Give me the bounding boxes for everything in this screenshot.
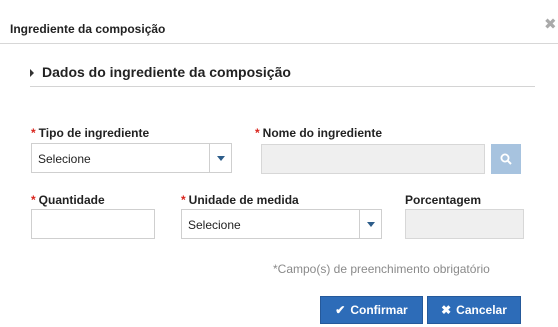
close-icon[interactable]: ✖ xyxy=(544,17,557,32)
required-fields-note: *Campo(s) de preenchimento obrigatório xyxy=(273,262,490,276)
tipo-ingrediente-select[interactable]: Selecione xyxy=(31,143,232,173)
porcentagem-input[interactable] xyxy=(405,209,524,239)
quantidade-label: * Quantidade xyxy=(31,193,105,207)
section-title: Dados do ingrediente da composição xyxy=(42,64,291,80)
confirm-label: Confirmar xyxy=(350,303,408,317)
dialog-title: Ingrediente da composição xyxy=(10,22,166,36)
chevron-down-icon[interactable] xyxy=(209,144,231,172)
section-header[interactable]: Dados do ingrediente da composição xyxy=(30,64,535,87)
confirm-button[interactable]: ✔ Confirmar xyxy=(320,296,423,324)
chevron-down-icon[interactable] xyxy=(359,210,381,238)
required-asterisk: * xyxy=(181,193,186,207)
dialog-title-bar: Ingrediente da composição ✖ xyxy=(0,0,558,44)
unidade-medida-select[interactable]: Selecione xyxy=(181,209,382,239)
nome-ingrediente-label: * Nome do ingrediente xyxy=(255,126,383,140)
required-asterisk: * xyxy=(31,126,36,140)
search-button[interactable] xyxy=(491,144,521,174)
tipo-ingrediente-value: Selecione xyxy=(38,152,91,166)
tipo-ingrediente-label: * Tipo de ingrediente xyxy=(31,126,150,140)
unidade-medida-label: * Unidade de medida xyxy=(181,193,299,207)
porcentagem-label: Porcentagem xyxy=(405,193,482,207)
required-asterisk: * xyxy=(255,126,260,140)
nome-ingrediente-input[interactable] xyxy=(261,144,485,174)
required-asterisk: * xyxy=(31,193,36,207)
cancel-label: Cancelar xyxy=(456,303,507,317)
check-icon: ✔ xyxy=(335,303,346,317)
cancel-button[interactable]: ✖ Cancelar xyxy=(427,296,521,324)
ingredient-dialog: Ingrediente da composição ✖ Dados do ing… xyxy=(0,0,558,327)
unidade-medida-value: Selecione xyxy=(188,218,241,232)
close-icon: ✖ xyxy=(441,303,452,317)
quantidade-input[interactable] xyxy=(31,209,155,239)
caret-right-icon xyxy=(30,69,34,77)
search-icon xyxy=(500,153,512,165)
